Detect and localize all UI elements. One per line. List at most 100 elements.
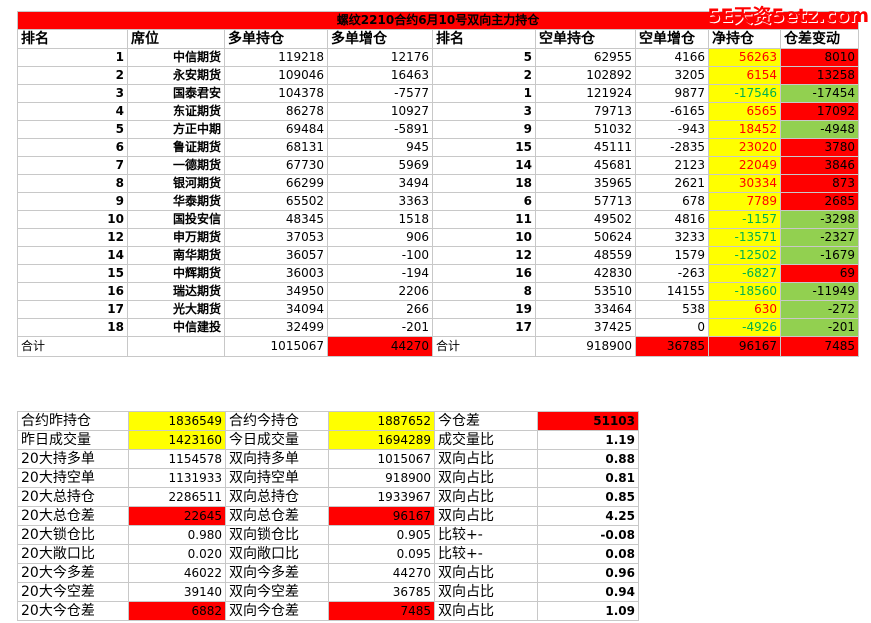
cell-net[interactable]: -1157: [708, 210, 781, 229]
cell-diff[interactable]: 2685: [779, 192, 860, 211]
cell-srank[interactable]: 15: [432, 138, 536, 157]
summary-label[interactable]: 双向敞口比: [224, 544, 330, 564]
cell-net[interactable]: 630: [708, 300, 781, 319]
summary-label[interactable]: 比较+-: [433, 544, 539, 564]
cell-long-chg[interactable]: 1518: [327, 210, 433, 229]
cell-srank[interactable]: 9: [432, 120, 536, 139]
total-long[interactable]: 1015067: [224, 336, 328, 357]
cell-short[interactable]: 57713: [535, 192, 636, 211]
summary-label[interactable]: 双向占比: [433, 582, 539, 602]
cell-srank[interactable]: 1: [432, 84, 536, 103]
cell-short-chg[interactable]: 1579: [635, 246, 709, 265]
cell-long[interactable]: 86278: [224, 102, 328, 121]
summary-label[interactable]: 双向持空单: [224, 468, 330, 488]
cell-rank[interactable]: 7: [17, 156, 128, 175]
summary-value[interactable]: 0.020: [127, 544, 227, 564]
cell-long[interactable]: 65502: [224, 192, 328, 211]
cell-seat[interactable]: 光大期货: [127, 300, 225, 319]
cell-seat[interactable]: 永安期货: [127, 66, 225, 85]
summary-label[interactable]: 双向持多单: [224, 449, 330, 469]
summary-value[interactable]: 39140: [127, 582, 227, 602]
summary-label[interactable]: 双向今多差: [224, 563, 330, 583]
cell-rank[interactable]: 2: [17, 66, 128, 85]
cell-long[interactable]: 34094: [224, 300, 328, 319]
cell-long-chg[interactable]: 5969: [327, 156, 433, 175]
cell-long-chg[interactable]: 16463: [327, 66, 433, 85]
cell-diff[interactable]: -17454: [779, 84, 860, 103]
cell-seat[interactable]: 一德期货: [127, 156, 225, 175]
cell-long-chg[interactable]: -201: [327, 318, 433, 337]
header-net[interactable]: 净持仓: [708, 29, 781, 49]
summary-value[interactable]: 1887652: [328, 411, 435, 431]
cell-net[interactable]: 56263: [708, 48, 781, 67]
total-net[interactable]: 96167: [708, 336, 781, 357]
summary-label[interactable]: 昨日成交量: [17, 430, 129, 450]
cell-net[interactable]: 6565: [708, 102, 781, 121]
cell-short[interactable]: 48559: [535, 246, 636, 265]
cell-net[interactable]: -12502: [708, 246, 781, 265]
cell-long-chg[interactable]: 3494: [327, 174, 433, 193]
cell-srank[interactable]: 17: [432, 318, 536, 337]
cell-diff[interactable]: -4948: [779, 120, 860, 139]
summary-label[interactable]: 20大今多差: [17, 563, 129, 583]
summary-value[interactable]: 7485: [328, 601, 435, 621]
summary-ratio[interactable]: 0.08: [537, 544, 639, 564]
cell-short[interactable]: 51032: [535, 120, 636, 139]
cell-diff[interactable]: -201: [779, 318, 860, 337]
cell-diff[interactable]: 873: [779, 174, 860, 193]
cell-seat[interactable]: 华泰期货: [127, 192, 225, 211]
summary-label[interactable]: 20大敞口比: [17, 544, 129, 564]
cell-short-chg[interactable]: 2621: [635, 174, 709, 193]
total-label[interactable]: 合计: [17, 336, 128, 357]
cell-short-chg[interactable]: 538: [635, 300, 709, 319]
cell-srank[interactable]: 16: [432, 264, 536, 283]
cell-short[interactable]: 53510: [535, 282, 636, 301]
summary-ratio[interactable]: 51103: [537, 411, 639, 431]
cell-long-chg[interactable]: 10927: [327, 102, 433, 121]
cell-net[interactable]: 22049: [708, 156, 781, 175]
summary-label[interactable]: 双向占比: [433, 468, 539, 488]
cell-long[interactable]: 36057: [224, 246, 328, 265]
summary-value[interactable]: 1131933: [127, 468, 227, 488]
cell-short[interactable]: 35965: [535, 174, 636, 193]
cell-diff[interactable]: -2327: [779, 228, 860, 247]
cell-long[interactable]: 34950: [224, 282, 328, 301]
header-short-rank[interactable]: 排名: [432, 29, 536, 49]
cell-long[interactable]: 68131: [224, 138, 328, 157]
cell-rank[interactable]: 8: [17, 174, 128, 193]
cell-long[interactable]: 48345: [224, 210, 328, 229]
cell-short-chg[interactable]: -943: [635, 120, 709, 139]
summary-ratio[interactable]: 4.25: [537, 506, 639, 526]
header-diff[interactable]: 仓差变动: [779, 29, 860, 49]
header-long[interactable]: 多单持仓: [224, 29, 328, 49]
summary-value[interactable]: 918900: [328, 468, 435, 488]
cell-rank[interactable]: 15: [17, 264, 128, 283]
summary-ratio[interactable]: 0.94: [537, 582, 639, 602]
cell-long[interactable]: 66299: [224, 174, 328, 193]
cell-rank[interactable]: 5: [17, 120, 128, 139]
summary-label[interactable]: 合约今持仓: [224, 411, 330, 431]
cell-long-chg[interactable]: 945: [327, 138, 433, 157]
cell-short[interactable]: 79713: [535, 102, 636, 121]
cell-srank[interactable]: 6: [432, 192, 536, 211]
summary-label[interactable]: 20大今空差: [17, 582, 129, 602]
summary-ratio[interactable]: -0.08: [537, 525, 639, 545]
summary-ratio[interactable]: 0.88: [537, 449, 639, 469]
cell-long-chg[interactable]: 3363: [327, 192, 433, 211]
cell-short[interactable]: 37425: [535, 318, 636, 337]
summary-label[interactable]: 双向占比: [433, 601, 539, 621]
cell-long-chg[interactable]: 12176: [327, 48, 433, 67]
cell-long[interactable]: 37053: [224, 228, 328, 247]
cell-net[interactable]: -18560: [708, 282, 781, 301]
cell-rank[interactable]: 14: [17, 246, 128, 265]
summary-label[interactable]: 双向今空差: [224, 582, 330, 602]
cell-srank[interactable]: 10: [432, 228, 536, 247]
cell-rank[interactable]: 12: [17, 228, 128, 247]
cell-diff[interactable]: 17092: [779, 102, 860, 121]
cell-diff[interactable]: 8010: [779, 48, 860, 67]
header-rank[interactable]: 排名: [17, 29, 128, 49]
cell-seat[interactable]: 瑞达期货: [127, 282, 225, 301]
cell-short-chg[interactable]: 2123: [635, 156, 709, 175]
summary-value[interactable]: 0.980: [127, 525, 227, 545]
cell-diff[interactable]: 3846: [779, 156, 860, 175]
